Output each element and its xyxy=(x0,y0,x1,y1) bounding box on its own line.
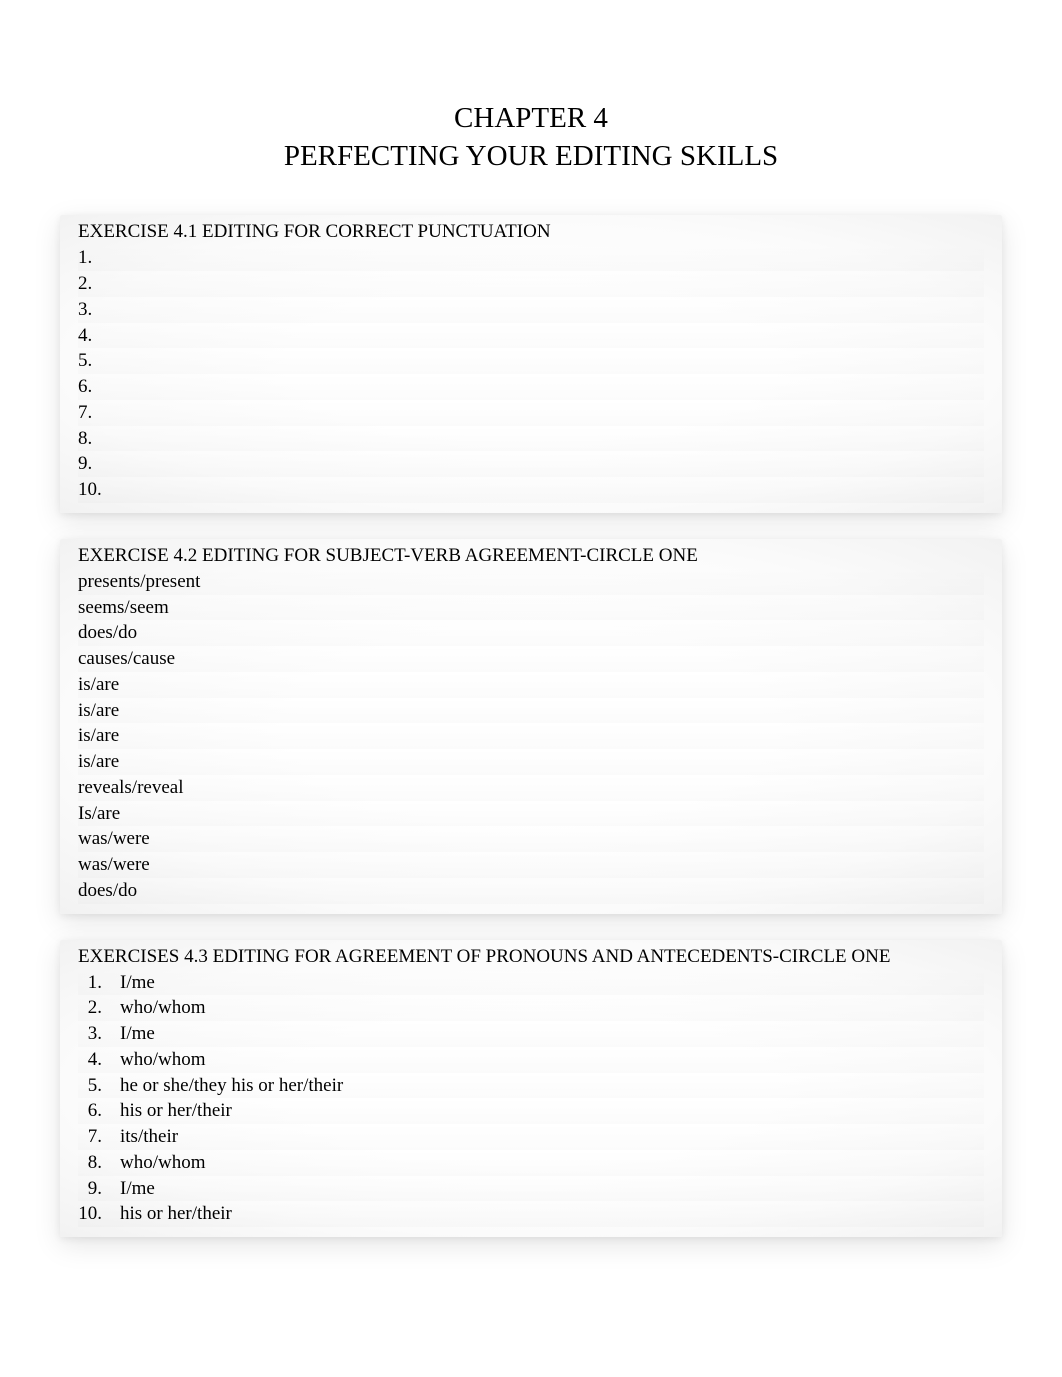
list-item: was/were xyxy=(78,852,984,878)
item-number: 6. xyxy=(78,1099,120,1123)
item-text: his or her/their xyxy=(120,1099,984,1123)
list-item: 9. xyxy=(78,451,984,477)
chapter-name: PERFECTING YOUR EDITING SKILLS xyxy=(60,138,1002,176)
item-number: 6. xyxy=(78,376,92,397)
item-number: 2. xyxy=(78,996,120,1020)
item-number: 1. xyxy=(78,971,120,995)
item-text: I/me xyxy=(120,1022,984,1046)
list-item: 10. xyxy=(78,477,984,503)
list-item: is/are xyxy=(78,672,984,698)
list-item: reveals/reveal xyxy=(78,775,984,801)
list-item: is/are xyxy=(78,749,984,775)
exercise-42-heading: EXERCISE 4.2 EDITING FOR SUBJECT-VERB AG… xyxy=(78,545,984,567)
list-item: 2. who/whom xyxy=(78,995,984,1021)
list-item: causes/cause xyxy=(78,646,984,672)
item-number: 3. xyxy=(78,1022,120,1046)
list-item: does/do xyxy=(78,878,984,904)
list-item: 7. xyxy=(78,400,984,426)
item-number: 3. xyxy=(78,299,92,320)
item-number: 10. xyxy=(78,479,102,500)
list-item: was/were xyxy=(78,826,984,852)
item-number: 4. xyxy=(78,325,92,346)
list-item: seems/seem xyxy=(78,595,984,621)
item-number: 5. xyxy=(78,1074,120,1098)
list-item: 5. xyxy=(78,348,984,374)
exercise-42-list: presents/present seems/seem does/do caus… xyxy=(78,569,984,904)
item-number: 10. xyxy=(78,1202,120,1226)
list-item: presents/present xyxy=(78,569,984,595)
chapter-title: CHAPTER 4 PERFECTING YOUR EDITING SKILLS xyxy=(60,100,1002,175)
exercise-43-block: EXERCISES 4.3 EDITING FOR AGREEMENT OF P… xyxy=(60,940,1002,1238)
chapter-number: CHAPTER 4 xyxy=(60,100,1002,138)
item-number: 8. xyxy=(78,1151,120,1175)
item-text: who/whom xyxy=(120,996,984,1020)
item-number: 8. xyxy=(78,428,92,449)
exercise-43-heading: EXERCISES 4.3 EDITING FOR AGREEMENT OF P… xyxy=(78,946,984,968)
list-item: 2. xyxy=(78,271,984,297)
item-text: he or she/they his or her/their xyxy=(120,1074,984,1098)
list-item: 1. I/me xyxy=(78,970,984,996)
list-item: Is/are xyxy=(78,801,984,827)
list-item: 8. who/whom xyxy=(78,1150,984,1176)
item-text: I/me xyxy=(120,971,984,995)
list-item: is/are xyxy=(78,723,984,749)
item-text: who/whom xyxy=(120,1048,984,1072)
list-item: 3. xyxy=(78,297,984,323)
exercise-41-list: 1. 2. 3. 4. 5. 6. 7. 8. 9. 10. xyxy=(78,245,984,503)
item-number: 7. xyxy=(78,1125,120,1149)
exercise-41-heading: EXERCISE 4.1 EDITING FOR CORRECT PUNCTUA… xyxy=(78,221,984,243)
list-item: 1. xyxy=(78,245,984,271)
item-text: I/me xyxy=(120,1177,984,1201)
list-item: 6. xyxy=(78,374,984,400)
item-number: 9. xyxy=(78,453,92,474)
item-text: its/their xyxy=(120,1125,984,1149)
list-item: 10. his or her/their xyxy=(78,1201,984,1227)
item-text: who/whom xyxy=(120,1151,984,1175)
list-item: 8. xyxy=(78,426,984,452)
item-number: 7. xyxy=(78,402,92,423)
list-item: 9. I/me xyxy=(78,1176,984,1202)
list-item: is/are xyxy=(78,698,984,724)
list-item: 3. I/me xyxy=(78,1021,984,1047)
item-number: 2. xyxy=(78,273,92,294)
item-text: his or her/their xyxy=(120,1202,984,1226)
list-item: 6. his or her/their xyxy=(78,1098,984,1124)
list-item: 4. xyxy=(78,323,984,349)
item-number: 1. xyxy=(78,247,92,268)
exercise-43-list: 1. I/me 2. who/whom 3. I/me 4. who/whom … xyxy=(78,970,984,1228)
item-number: 4. xyxy=(78,1048,120,1072)
list-item: 7. its/their xyxy=(78,1124,984,1150)
exercise-42-block: EXERCISE 4.2 EDITING FOR SUBJECT-VERB AG… xyxy=(60,539,1002,914)
list-item: 4. who/whom xyxy=(78,1047,984,1073)
item-number: 5. xyxy=(78,350,92,371)
list-item: 5. he or she/they his or her/their xyxy=(78,1073,984,1099)
list-item: does/do xyxy=(78,620,984,646)
item-number: 9. xyxy=(78,1177,120,1201)
exercise-41-block: EXERCISE 4.1 EDITING FOR CORRECT PUNCTUA… xyxy=(60,215,1002,513)
